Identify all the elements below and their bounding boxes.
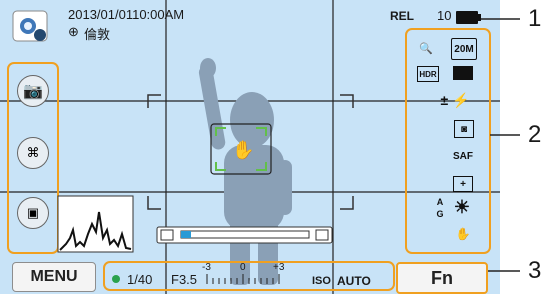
ev-zero-label: 0 [240, 262, 246, 273]
shutter-speed: 1/40 [127, 272, 153, 287]
wb-g-label: G [436, 209, 444, 219]
camera-mode-button[interactable]: 📷 [17, 75, 49, 107]
fn-button[interactable]: Fn [396, 262, 488, 294]
datetime-label: 2013/01/0110:00AM [68, 7, 185, 22]
histogram-box [57, 195, 134, 253]
battery-icon [456, 11, 478, 24]
status-dot [112, 275, 120, 283]
white-balance-icon[interactable]: ☀ [448, 196, 476, 218]
metering-icon[interactable]: ◙ [454, 120, 474, 138]
ev-minus-label: -3 [202, 262, 211, 273]
callout-2: 2 [528, 121, 542, 148]
af-mode-icon[interactable]: SAF [449, 148, 477, 164]
location-label: 倫敦 [84, 27, 111, 42]
resolution-icon[interactable]: 20M [451, 38, 477, 60]
smart-filter-icon: ⌘ [26, 145, 40, 160]
flash-icon[interactable]: ± ⚡ [437, 90, 473, 110]
photo-style-button[interactable]: ▣ [17, 197, 49, 229]
location-pin-icon: ⊕ [68, 24, 79, 39]
aperture-value: F3.5 [171, 272, 198, 287]
shot-count: 10 [437, 8, 452, 23]
hdr-icon[interactable]: HDR [417, 66, 439, 82]
rel-label: REL [390, 9, 414, 23]
zoom-icon[interactable]: 🔍 [414, 38, 438, 58]
callout-1: 1 [528, 5, 542, 32]
iso-value: AUTO [337, 274, 371, 288]
wb-a-label: A [436, 197, 444, 207]
exposure-min-icon [160, 229, 174, 241]
camera-icon: 📷 [23, 83, 43, 100]
ev-plus-label: +3 [273, 262, 285, 273]
quality-icon[interactable] [453, 66, 473, 80]
exposure-max-icon [315, 229, 329, 241]
photo-style-icon: ▣ [26, 205, 40, 220]
exposure-slider-fill [181, 231, 191, 238]
smart-filter-off-button[interactable]: ⌘ [17, 137, 49, 169]
af-area-icon[interactable]: + [453, 176, 473, 192]
menu-button[interactable]: MENU [12, 262, 96, 292]
callout-3: 3 [528, 257, 542, 284]
shake-warning-icon: ✋ [232, 139, 254, 160]
ois-icon[interactable]: ✋ [451, 224, 475, 244]
iso-label: ISO [312, 275, 331, 287]
